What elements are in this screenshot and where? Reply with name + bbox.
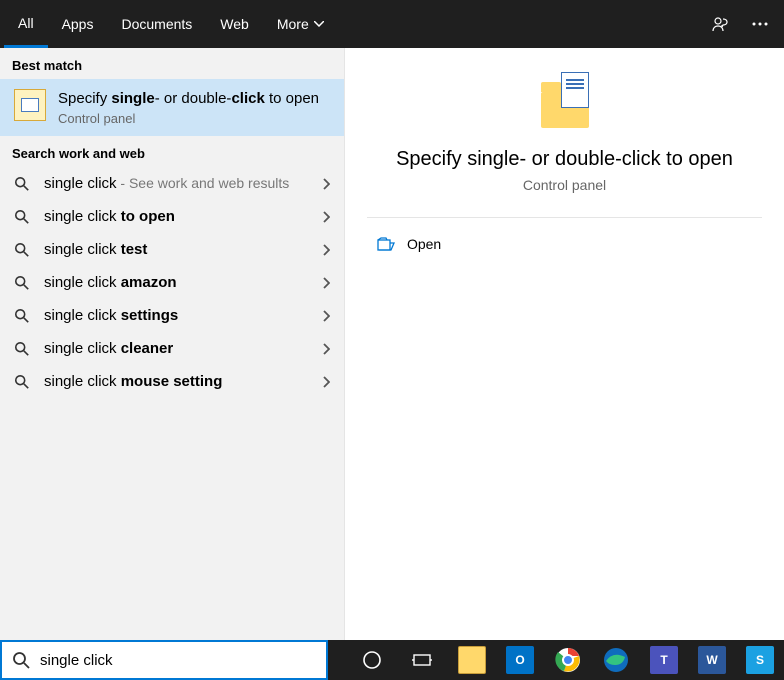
chevron-right-icon — [322, 376, 330, 388]
chevron-down-icon — [314, 21, 324, 27]
tab-apps[interactable]: Apps — [48, 0, 108, 48]
chevron-right-icon — [322, 343, 330, 355]
action-open-label: Open — [407, 236, 441, 252]
tab-documents[interactable]: Documents — [107, 0, 206, 48]
search-icon — [14, 176, 30, 192]
feedback-icon[interactable] — [700, 0, 740, 48]
best-match-subtitle: Control panel — [58, 111, 319, 126]
tab-more[interactable]: More — [263, 0, 338, 48]
search-icon — [14, 341, 30, 357]
suggestion-item[interactable]: single click - See work and web results — [0, 167, 344, 200]
suggestion-item[interactable]: single click cleaner — [0, 332, 344, 365]
suggestion-item[interactable]: single click mouse setting — [0, 365, 344, 398]
taskbar-app-onenote[interactable]: S — [736, 640, 784, 680]
suggestion-text: single click settings — [44, 307, 308, 324]
chevron-right-icon — [322, 277, 330, 289]
taskbar-app-chrome[interactable] — [544, 640, 592, 680]
taskbar-app-edge[interactable] — [592, 640, 640, 680]
tab-all[interactable]: All — [4, 0, 48, 48]
suggestion-text: single click to open — [44, 208, 308, 225]
results-panel: Best match Specify single- or double-cli… — [0, 48, 344, 640]
chevron-right-icon — [322, 244, 330, 256]
chevron-right-icon — [322, 211, 330, 223]
taskbar-row: O TWS — [0, 640, 784, 680]
best-match-title: Specify single- or double-click to open — [58, 89, 319, 109]
taskbar-app-word[interactable]: W — [688, 640, 736, 680]
chevron-right-icon — [322, 178, 330, 190]
more-options-icon[interactable] — [740, 0, 780, 48]
tab-web[interactable]: Web — [206, 0, 263, 48]
preview-subtitle: Control panel — [523, 177, 606, 193]
open-icon — [377, 237, 395, 251]
search-input[interactable] — [40, 652, 316, 669]
preview-title: Specify single- or double-click to open — [376, 148, 753, 171]
suggestion-item[interactable]: single click settings — [0, 299, 344, 332]
suggestion-item[interactable]: single click to open — [0, 200, 344, 233]
search-box[interactable] — [0, 640, 328, 680]
divider — [367, 217, 762, 218]
task-view-button[interactable] — [398, 640, 446, 680]
search-filter-tabs: All Apps Documents Web More — [0, 0, 784, 48]
search-icon — [12, 651, 30, 669]
suggestion-item[interactable]: single click amazon — [0, 266, 344, 299]
search-icon — [14, 242, 30, 258]
chevron-right-icon — [322, 310, 330, 322]
search-icon — [14, 374, 30, 390]
preview-folder-icon — [541, 72, 589, 128]
taskbar-app-outlook[interactable]: O — [496, 640, 544, 680]
suggestion-text: single click test — [44, 241, 308, 258]
cortana-button[interactable] — [348, 640, 396, 680]
suggestion-text: single click - See work and web results — [44, 175, 308, 192]
search-icon — [14, 275, 30, 291]
search-icon — [14, 308, 30, 324]
suggestion-text: single click cleaner — [44, 340, 308, 357]
suggestion-item[interactable]: single click test — [0, 233, 344, 266]
preview-panel: Specify single- or double-click to open … — [344, 48, 784, 640]
section-best-match: Best match — [0, 48, 344, 79]
control-panel-icon — [14, 89, 46, 121]
action-open[interactable]: Open — [367, 228, 762, 260]
taskbar: O TWS — [328, 640, 784, 680]
taskbar-app-teams[interactable]: T — [640, 640, 688, 680]
suggestion-text: single click amazon — [44, 274, 308, 291]
best-match-result[interactable]: Specify single- or double-click to open … — [0, 79, 344, 136]
section-search-web: Search work and web — [0, 136, 344, 167]
taskbar-app-file-explorer[interactable] — [448, 640, 496, 680]
search-icon — [14, 209, 30, 225]
suggestion-text: single click mouse setting — [44, 373, 308, 390]
